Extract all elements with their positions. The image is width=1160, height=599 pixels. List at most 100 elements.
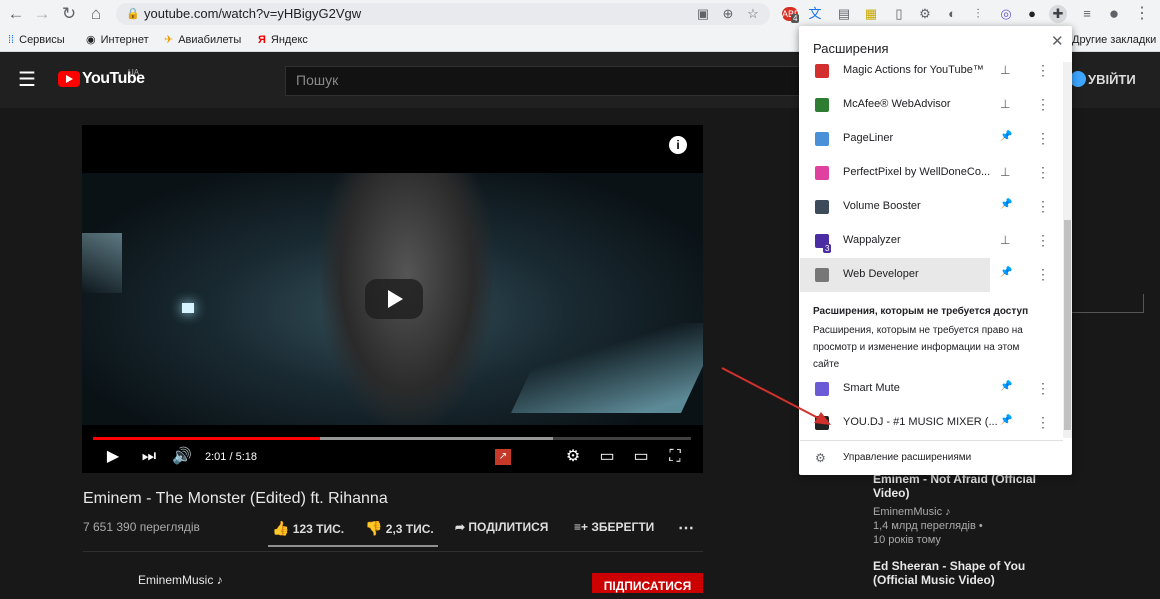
extension-menu-icon[interactable]: ⋮ xyxy=(1036,164,1050,181)
play-icon[interactable]: ▶ xyxy=(103,446,123,468)
search-input[interactable]: Пошук xyxy=(285,66,807,96)
extension-name: YOU.DJ - #1 MUSIC MIXER (... xyxy=(843,416,998,428)
yandex-icon: Я xyxy=(258,34,266,46)
save-button[interactable]: ≡+ ЗБЕРЕГТИ xyxy=(574,520,654,534)
signin-button[interactable]: УВІЙТИ xyxy=(1088,72,1136,87)
share-label: ПОДІЛИТИСЯ xyxy=(468,520,549,534)
extension-name: PageLiner xyxy=(843,132,894,144)
extension-icon xyxy=(815,166,829,180)
extension-menu-icon[interactable]: ⋮ xyxy=(1036,130,1050,147)
bookmark-label: Интернет xyxy=(100,34,149,46)
extension-icon xyxy=(815,132,829,146)
blocked-popup-icon[interactable]: ▣ xyxy=(694,5,712,23)
profile-avatar-icon[interactable]: ● xyxy=(1105,5,1123,23)
recommendation-title: Ed Sheeran - Shape of You (Official Musi… xyxy=(873,559,1026,587)
bookmark-internet[interactable]: ◉ Интернет xyxy=(86,32,149,48)
web-developer-icon[interactable]: ⚙ xyxy=(916,5,934,23)
pin-icon[interactable]: 📌 xyxy=(1000,199,1012,210)
pin-icon[interactable]: 📌 xyxy=(1000,131,1012,142)
settings-gear-icon[interactable]: ⚙ xyxy=(563,446,583,468)
equalizer-icon[interactable]: ⫶ xyxy=(969,5,987,23)
pin-icon[interactable]: ⊥ xyxy=(1000,97,1010,111)
extension-menu-icon[interactable]: ⋮ xyxy=(1036,380,1050,397)
bookmark-services[interactable]: ⁞⁞ Сервисы xyxy=(8,32,65,48)
youtube-logo-icon[interactable] xyxy=(58,71,80,87)
extension-menu-icon[interactable]: ⋮ xyxy=(1036,96,1050,113)
extension-row[interactable]: PerfectPixel by WellDoneCo... ⊥ ⋮ xyxy=(800,156,1063,190)
stage-light xyxy=(511,323,703,413)
youdj-icon[interactable]: ● xyxy=(1023,5,1041,23)
fullscreen-icon[interactable]: ⛶ xyxy=(665,446,685,468)
smart-mute-icon[interactable]: ◎ xyxy=(997,5,1015,23)
back-arrow-icon[interactable]: ← xyxy=(6,4,26,24)
no-access-description: Расширения, которым не требуется право н… xyxy=(813,325,1023,370)
next-icon[interactable]: ⏭ xyxy=(140,446,158,468)
extension-name: McAfee® WebAdvisor xyxy=(843,98,951,110)
big-play-button[interactable] xyxy=(365,279,423,319)
thumbs-up-icon: 👍 xyxy=(272,520,290,536)
pin-icon[interactable]: 📌 xyxy=(1000,381,1012,392)
divider xyxy=(1143,294,1144,313)
extension-row[interactable]: McAfee® WebAdvisor ⊥ ⋮ xyxy=(800,88,1063,122)
ruler-icon[interactable]: ▯ xyxy=(890,5,908,23)
like-ratio-bar xyxy=(268,545,438,547)
recommendation-item[interactable]: Eminem - Not Afraid (Official Video) Emi… xyxy=(873,472,1043,546)
add-icon[interactable]: ⊕ xyxy=(719,5,737,23)
volume-icon[interactable]: 🔊 xyxy=(172,446,192,468)
dislike-button[interactable]: 👎 2,3 ТИС. xyxy=(365,520,434,537)
extension-row[interactable]: Magic Actions for YouTube™ ⊥ ⋮ xyxy=(800,54,1063,88)
channel-name[interactable]: EminemMusic ♪ xyxy=(138,573,223,587)
notes-icon[interactable]: ▦ xyxy=(862,5,880,23)
manage-extensions-link[interactable]: Управление расширениями xyxy=(843,452,971,463)
pin-icon[interactable]: ⊥ xyxy=(1000,165,1010,179)
extensions-puzzle-icon[interactable]: ✚ xyxy=(1049,5,1067,23)
info-icon[interactable]: i xyxy=(669,136,687,154)
popup-scroll-thumb[interactable] xyxy=(1064,220,1071,430)
bookmark-star-icon[interactable]: ☆ xyxy=(744,5,762,23)
bookmark-aviabilety[interactable]: ✈ Авиабилеты xyxy=(164,32,241,48)
extension-menu-icon[interactable]: ⋮ xyxy=(1036,414,1050,431)
bookmark-label: Авиабилеты xyxy=(178,34,242,46)
bookmark-yandex[interactable]: Я Яндекс xyxy=(258,32,308,48)
subscribe-button[interactable]: ПІДПИСАТИСЯ xyxy=(592,573,703,593)
extension-row[interactable]: Wappalyzer ⊥ ⋮ xyxy=(800,224,1063,258)
extension-menu-icon[interactable]: ⋮ xyxy=(1036,198,1050,215)
share-button[interactable]: ➦ ПОДІЛИТИСЯ xyxy=(455,520,548,534)
pin-icon[interactable]: 📌 xyxy=(1000,415,1012,426)
extension-menu-icon[interactable]: ⋮ xyxy=(1036,266,1050,283)
annotation-arrow xyxy=(721,367,831,425)
recommendation-views: 1,4 млрд переглядів • xyxy=(873,520,983,532)
miniplayer-icon[interactable]: ▭ xyxy=(596,446,618,468)
recommendation-item[interactable]: Ed Sheeran - Shape of You (Official Musi… xyxy=(873,559,1043,587)
pin-icon[interactable]: 📌 xyxy=(1000,267,1012,278)
like-button[interactable]: 👍 123 ТИС. xyxy=(272,520,344,537)
hamburger-menu-icon[interactable]: ☰ xyxy=(18,70,36,90)
translate-icon[interactable]: 文 xyxy=(806,5,824,23)
playlist-add-icon: ≡+ xyxy=(574,520,589,534)
extension-menu-icon[interactable]: ⋮ xyxy=(1036,62,1050,79)
extension-row[interactable]: Web Developer 📌 ⋮ xyxy=(800,258,1063,292)
recommendation-channel: EminemMusic ♪ xyxy=(873,506,951,518)
extension-row[interactable]: Volume Booster 📌 ⋮ xyxy=(800,190,1063,224)
like-count: 123 ТИС. xyxy=(292,522,345,536)
media-queue-icon[interactable]: ≡ xyxy=(1078,5,1096,23)
reload-icon[interactable]: ↻ xyxy=(59,4,79,24)
pin-icon[interactable]: ⊥ xyxy=(1000,63,1010,77)
thumbs-down-icon: 👎 xyxy=(365,520,383,536)
extension-name: Web Developer xyxy=(843,268,919,280)
forward-arrow-icon[interactable]: → xyxy=(32,4,52,24)
extension-row[interactable]: PageLiner 📌 ⋮ xyxy=(800,122,1063,156)
magic-actions-icon[interactable]: ↗ xyxy=(495,449,511,465)
other-bookmarks[interactable]: Другие закладки xyxy=(1072,32,1156,48)
divider xyxy=(800,440,1063,441)
address-bar[interactable]: 🔒 youtube.com/watch?v=yHBigyG2Vgw xyxy=(116,3,770,25)
home-icon[interactable]: ⌂ xyxy=(86,4,106,24)
close-icon[interactable]: ✕ xyxy=(1051,32,1064,50)
theater-mode-icon[interactable]: ▭ xyxy=(630,446,652,468)
volume-booster-icon[interactable]: ◐ xyxy=(943,5,961,23)
extension-menu-icon[interactable]: ⋮ xyxy=(1036,232,1050,249)
menu-kebab-icon[interactable]: ⋮ xyxy=(1133,5,1151,23)
pin-icon[interactable]: ⊥ xyxy=(1000,233,1010,247)
more-actions-icon[interactable]: ⋯ xyxy=(678,518,694,538)
picture-icon[interactable]: ▤ xyxy=(835,5,853,23)
